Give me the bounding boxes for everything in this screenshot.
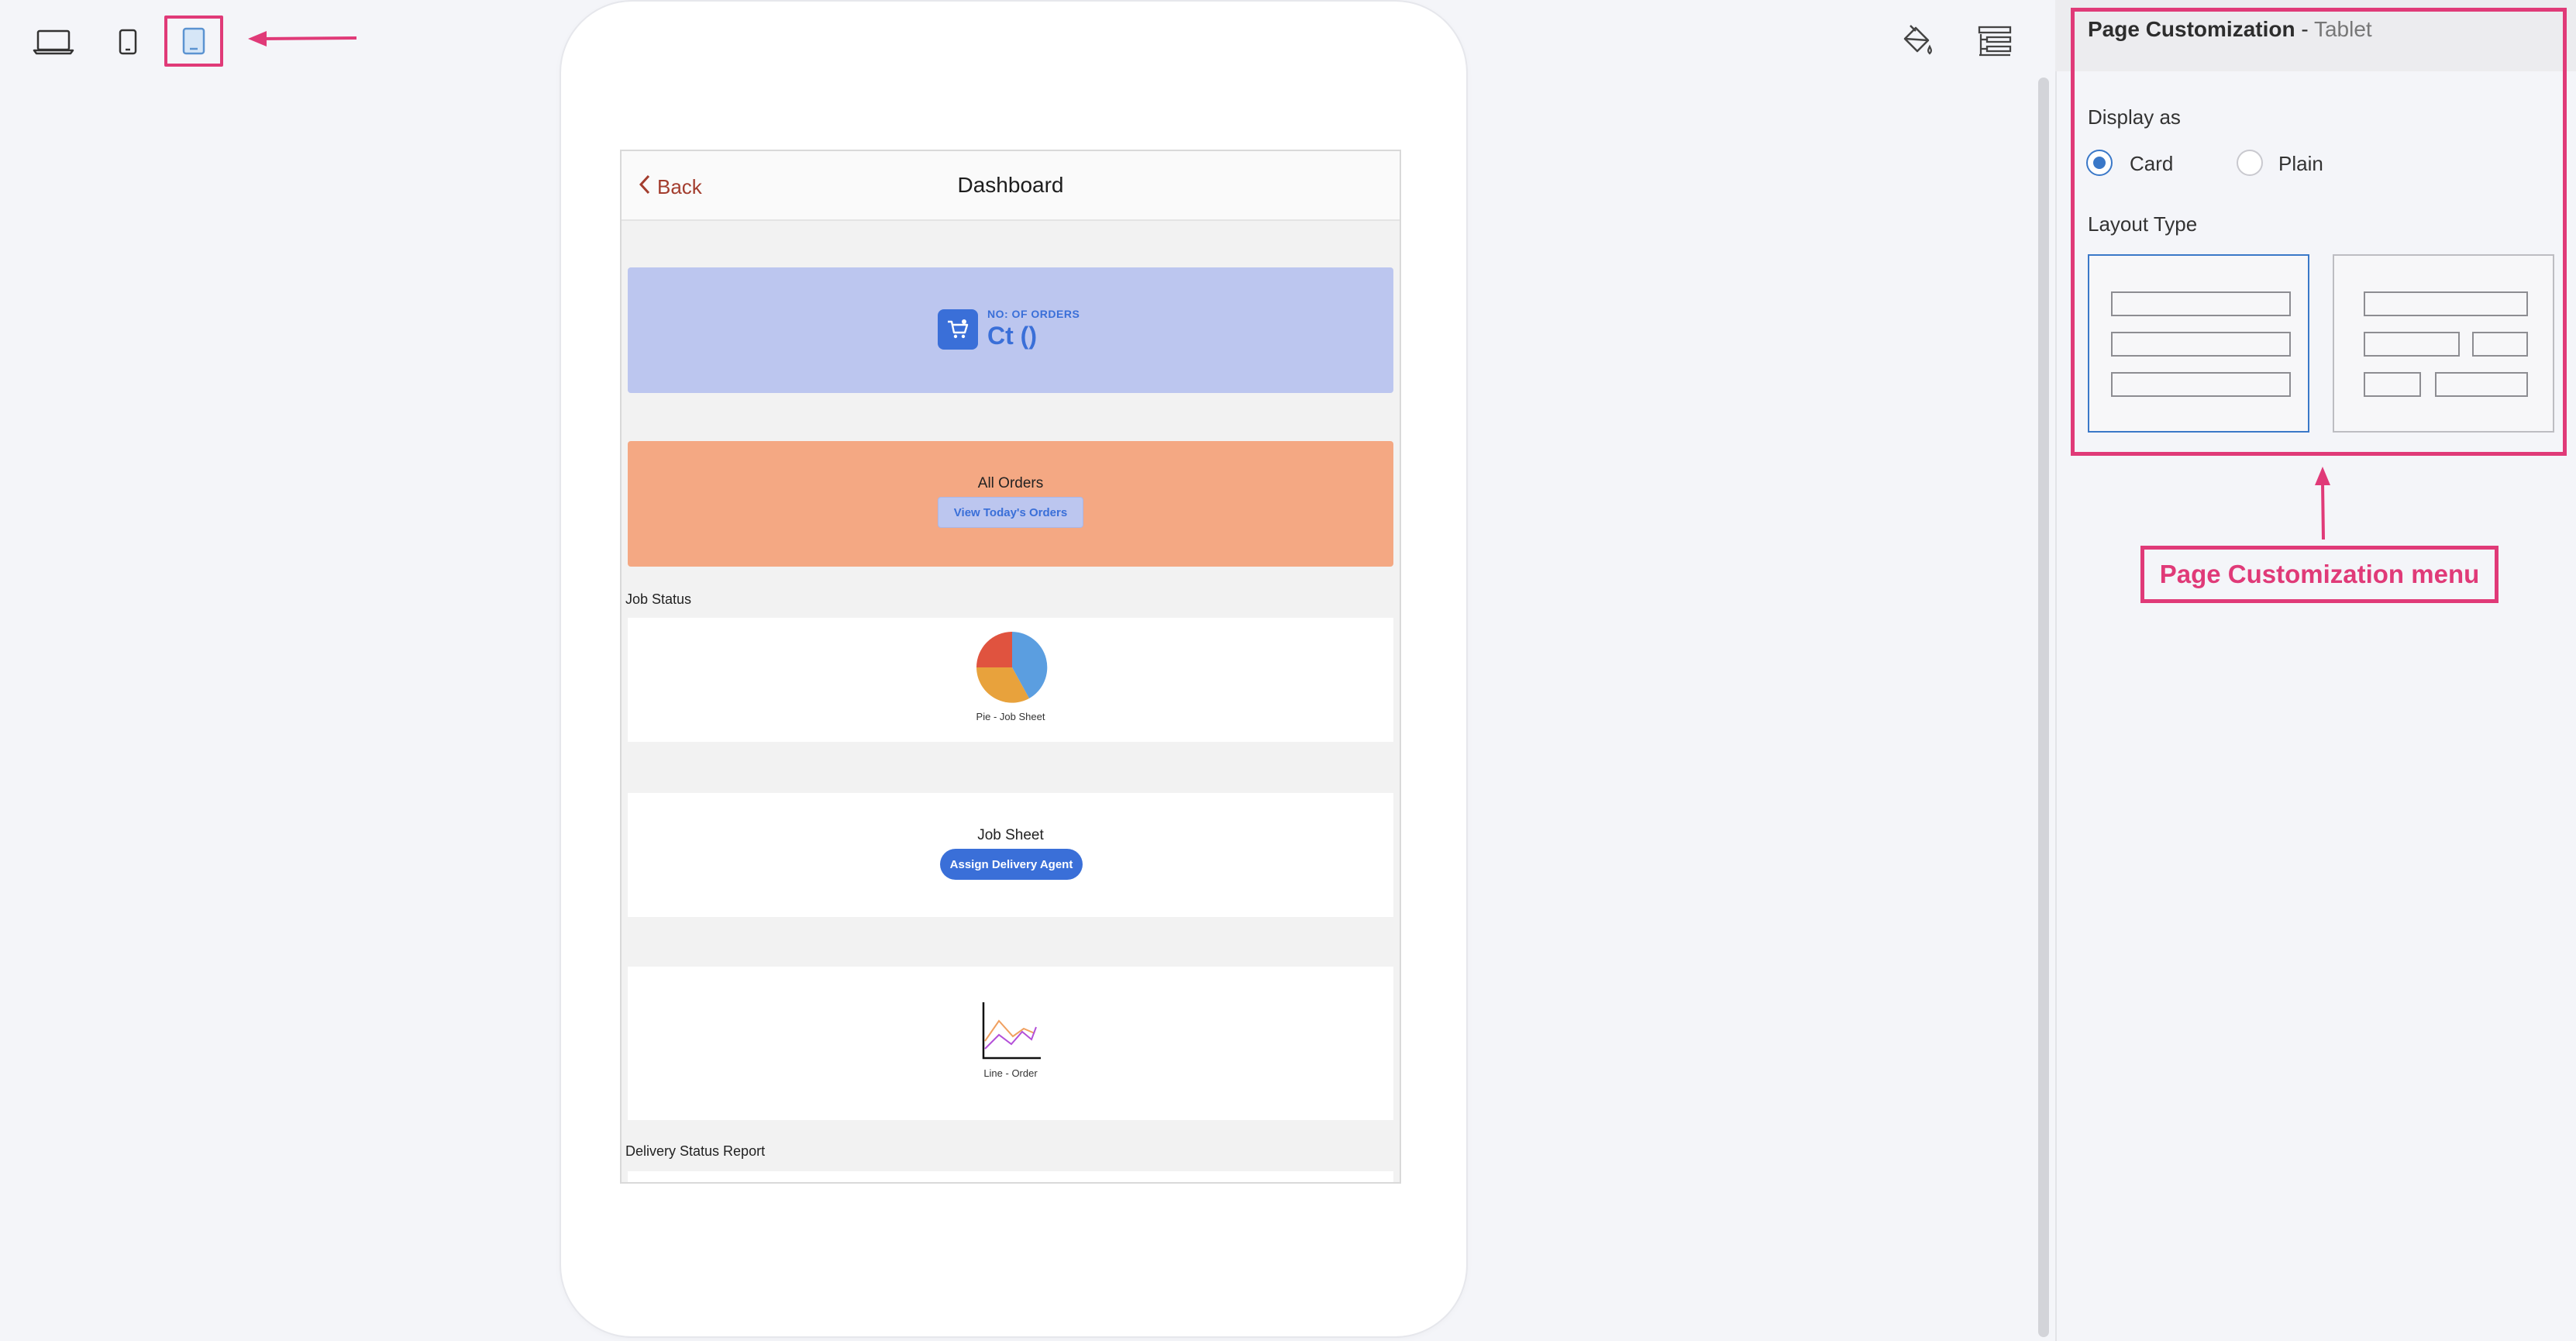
layout-settings-icon[interactable] <box>1978 25 2012 57</box>
annotation-callout: Page Customization menu <box>2140 546 2499 603</box>
preview-scrollbar[interactable] <box>2038 78 2049 1337</box>
laptop-icon <box>33 29 74 55</box>
app-header: Back Dashboard <box>622 151 1400 221</box>
annotation-arrow-left <box>248 31 357 47</box>
page-title: Dashboard <box>957 173 1064 197</box>
all-orders-title: All Orders <box>977 475 1044 491</box>
line-chart-caption: Line - Order <box>983 1067 1038 1079</box>
delivery-status-section-label: Delivery Status Report <box>625 1143 766 1159</box>
job-sheet-title: Job Sheet <box>977 827 1044 843</box>
orders-count-value: Ct () <box>987 322 1037 350</box>
pie-chart-thumbnail <box>976 632 1048 703</box>
tablet-screen: Back Dashboard NO: OF ORDERS Ct () All O… <box>620 150 1401 1184</box>
tablet-icon <box>182 27 205 55</box>
phone-icon <box>119 29 137 55</box>
cart-icon <box>938 309 978 350</box>
desktop-view-button[interactable] <box>29 25 77 59</box>
job-sheet-card[interactable]: Job Sheet Assign Delivery Agent <box>628 793 1393 917</box>
paint-bucket-icon[interactable] <box>1899 23 1934 59</box>
orders-count-card[interactable]: NO: OF ORDERS Ct () <box>628 267 1393 393</box>
tablet-view-button[interactable] <box>164 16 223 67</box>
annotation-arrow-up <box>2315 467 2330 540</box>
delivery-status-card[interactable] <box>628 1171 1393 1182</box>
panel-highlight-box <box>2071 8 2567 456</box>
all-orders-card[interactable]: All Orders View Today's Orders <box>628 441 1393 567</box>
pie-slice-red <box>976 632 1012 667</box>
order-line-chart-card[interactable]: Line - Order <box>628 967 1393 1120</box>
line-series-orange <box>984 1019 1035 1042</box>
job-status-chart-card[interactable]: Pie - Job Sheet <box>628 618 1393 742</box>
job-status-section-label: Job Status <box>625 591 692 607</box>
assign-delivery-agent-button[interactable]: Assign Delivery Agent <box>940 849 1083 880</box>
view-todays-orders-button[interactable]: View Today's Orders <box>938 497 1083 528</box>
pie-chart-caption: Pie - Job Sheet <box>976 711 1045 722</box>
mobile-view-button[interactable] <box>115 25 141 59</box>
line-chart-thumbnail <box>982 1002 1041 1060</box>
orders-count-label: NO: OF ORDERS <box>987 308 1080 320</box>
